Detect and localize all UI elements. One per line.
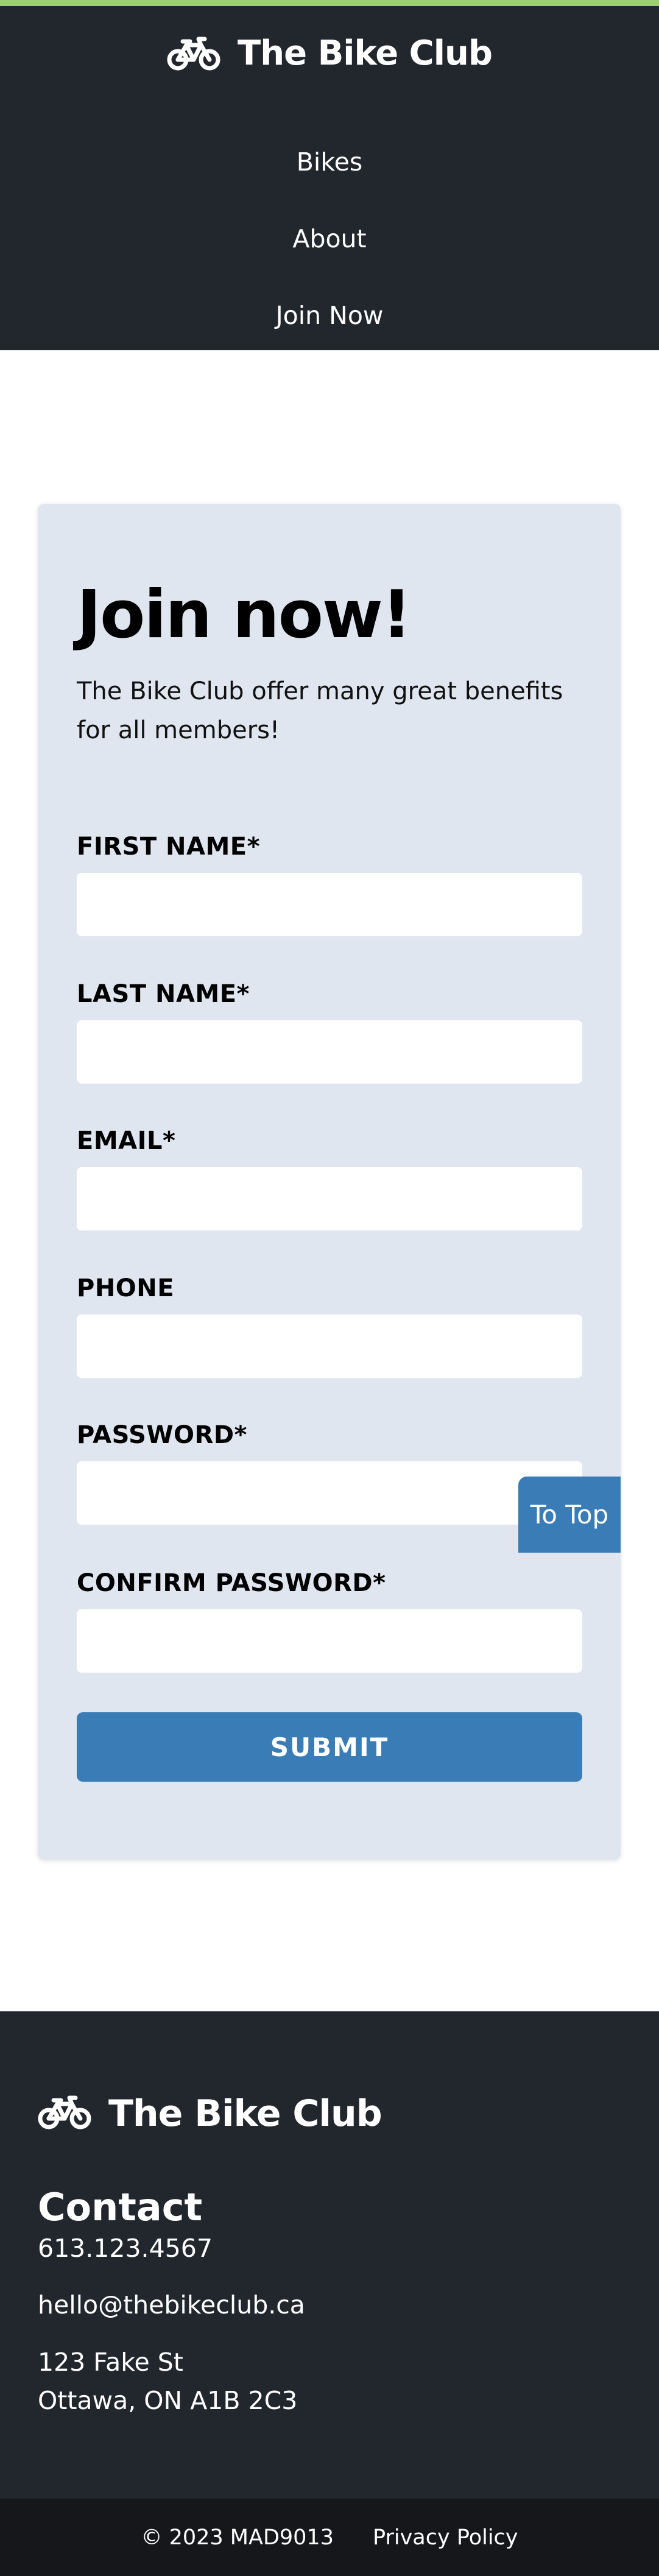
contact-email[interactable]: hello@thebikeclub.ca: [38, 2290, 305, 2320]
form-description: The Bike Club offer many great benefits …: [77, 677, 563, 744]
site-header: The Bike Club Bikes About Join Now: [0, 0, 659, 350]
address-line-1: 123 Fake St: [38, 2348, 183, 2377]
bicycle-icon: [38, 2095, 91, 2132]
join-form-card: Join now! The Bike Club offer many great…: [38, 504, 621, 1860]
address-line-2: Ottawa, ON A1B 2C3: [38, 2386, 298, 2415]
confirm-password-field[interactable]: [77, 1609, 582, 1673]
page-title: Join now!: [77, 577, 412, 653]
copyright-text: © 2023 MAD9013: [141, 2525, 334, 2550]
first-name-label: FIRST NAME*: [77, 833, 261, 861]
nav-link-about[interactable]: About: [0, 224, 659, 253]
email-field[interactable]: [77, 1167, 582, 1230]
nav-link-join-now[interactable]: Join Now: [0, 301, 659, 330]
confirm-password-label: CONFIRM PASSWORD*: [77, 1569, 386, 1597]
bottom-bar: © 2023 MAD9013 Privacy Policy: [0, 2499, 659, 2576]
email-label: EMAIL*: [77, 1127, 176, 1155]
password-field[interactable]: [77, 1461, 582, 1525]
brand-title: The Bike Club: [238, 34, 493, 73]
phone-label: PHONE: [77, 1274, 175, 1302]
contact-heading: Contact: [38, 2185, 203, 2229]
nav-link-bikes[interactable]: Bikes: [0, 147, 659, 177]
privacy-policy-link[interactable]: Privacy Policy: [373, 2525, 518, 2550]
footer-brand[interactable]: The Bike Club: [38, 2092, 382, 2135]
brand[interactable]: The Bike Club: [0, 34, 659, 73]
bicycle-icon: [167, 37, 220, 71]
first-name-field[interactable]: [77, 873, 582, 936]
to-top-button[interactable]: To Top: [518, 1477, 621, 1553]
site-footer: The Bike Club Contact 613.123.4567 hello…: [0, 2011, 659, 2499]
last-name-field[interactable]: [77, 1020, 582, 1084]
phone-field[interactable]: [77, 1314, 582, 1378]
submit-button[interactable]: SUBMIT: [77, 1712, 582, 1782]
last-name-label: LAST NAME*: [77, 980, 250, 1008]
password-label: PASSWORD*: [77, 1421, 247, 1449]
footer-brand-title: The Bike Club: [108, 2092, 382, 2135]
contact-phone[interactable]: 613.123.4567: [38, 2234, 213, 2263]
